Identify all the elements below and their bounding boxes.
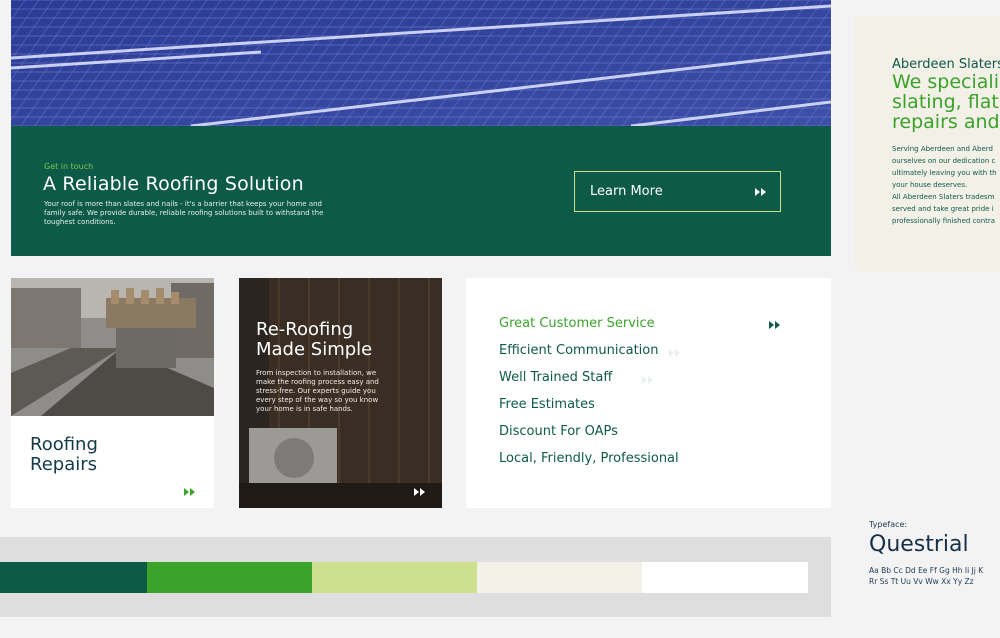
swatch-light-green	[312, 562, 477, 593]
paragraph-line: Serving Aberdeen and Aberd	[892, 145, 993, 153]
swatch-green	[147, 562, 312, 593]
paragraph-line: All Aberdeen Slaters tradesm	[892, 193, 995, 201]
typeface-name: Questrial	[869, 532, 969, 557]
swatch-dark-green	[0, 562, 147, 593]
swatch-white	[642, 562, 808, 593]
list-item[interactable]: Local, Friendly, Professional	[499, 451, 679, 478]
paragraph-line: professionally finished contra	[892, 217, 996, 225]
double-chevron-right-icon	[668, 349, 680, 357]
paragraph-line: ultimately leaving you with th	[892, 169, 997, 177]
colour-swatches	[0, 562, 808, 593]
double-chevron-right-icon[interactable]	[183, 488, 195, 496]
headline-line: We speciali	[892, 71, 999, 93]
double-chevron-right-icon[interactable]	[413, 488, 425, 496]
learn-more-button[interactable]: Learn More	[574, 171, 781, 212]
headline-line: repairs and	[892, 111, 1000, 133]
hero-solar-image	[11, 0, 831, 126]
banner-description: Your roof is more than slates and nails …	[44, 200, 324, 226]
typeface-glyphs: Aa Bb Cc Dd Ee Ff Gg Hh Ii Jj K Rr Ss Tt…	[869, 565, 1000, 587]
paragraph-line: ourselves on our dedication c	[892, 157, 996, 165]
swatch-cream	[477, 562, 642, 593]
card-roofing-repairs[interactable]: Roofing Repairs	[11, 278, 214, 508]
services-list-card: Great Customer Service Efficient Communi…	[466, 278, 831, 508]
glyph-line: Aa Bb Cc Dd Ee Ff Gg Hh Ii Jj K	[869, 566, 984, 575]
paragraph-line: your house deserves.	[892, 181, 968, 189]
cta-banner: Get in touch A Reliable Roofing Solution…	[11, 126, 831, 256]
re-roofing-title: Re-Roofing Made Simple	[256, 319, 373, 360]
typeface-specimen: Typeface: Questrial Aa Bb Cc Dd Ee Ff Gg…	[869, 520, 1000, 610]
roof-photo	[11, 278, 214, 416]
list-item[interactable]: Great Customer Service	[499, 316, 679, 343]
about-paragraph: Serving Aberdeen and Aberd ourselves on …	[892, 143, 1000, 227]
roofing-repairs-title: Roofing Repairs	[30, 434, 98, 475]
double-chevron-right-icon	[754, 187, 766, 196]
learn-more-label: Learn More	[590, 184, 663, 199]
glyph-line: Rr Ss Tt Uu Vv Ww Xx Yy Zz	[869, 577, 974, 586]
double-chevron-right-icon	[641, 376, 653, 384]
list-item[interactable]: Free Estimates	[499, 397, 679, 424]
banner-eyebrow: Get in touch	[44, 162, 94, 171]
brand-name: Aberdeen Slaters	[892, 57, 1000, 72]
banner-title: A Reliable Roofing Solution	[43, 173, 304, 195]
double-chevron-right-icon[interactable]	[768, 321, 780, 329]
colour-palette-band	[0, 537, 831, 617]
headline-line: slating, flat r	[892, 91, 1000, 113]
list-item[interactable]: Efficient Communication	[499, 343, 679, 370]
about-headline: We speciali slating, flat r repairs and	[892, 72, 1000, 132]
card-re-roofing[interactable]: Re-Roofing Made Simple From inspection t…	[239, 278, 442, 508]
about-panel: Aberdeen Slaters We speciali slating, fl…	[855, 16, 1000, 271]
paragraph-line: served and take great pride i	[892, 205, 994, 213]
re-roofing-description: From inspection to installation, we make…	[256, 369, 379, 413]
list-item[interactable]: Discount For OAPs	[499, 424, 679, 451]
services-list: Great Customer Service Efficient Communi…	[499, 316, 679, 478]
typeface-label: Typeface:	[869, 520, 908, 529]
